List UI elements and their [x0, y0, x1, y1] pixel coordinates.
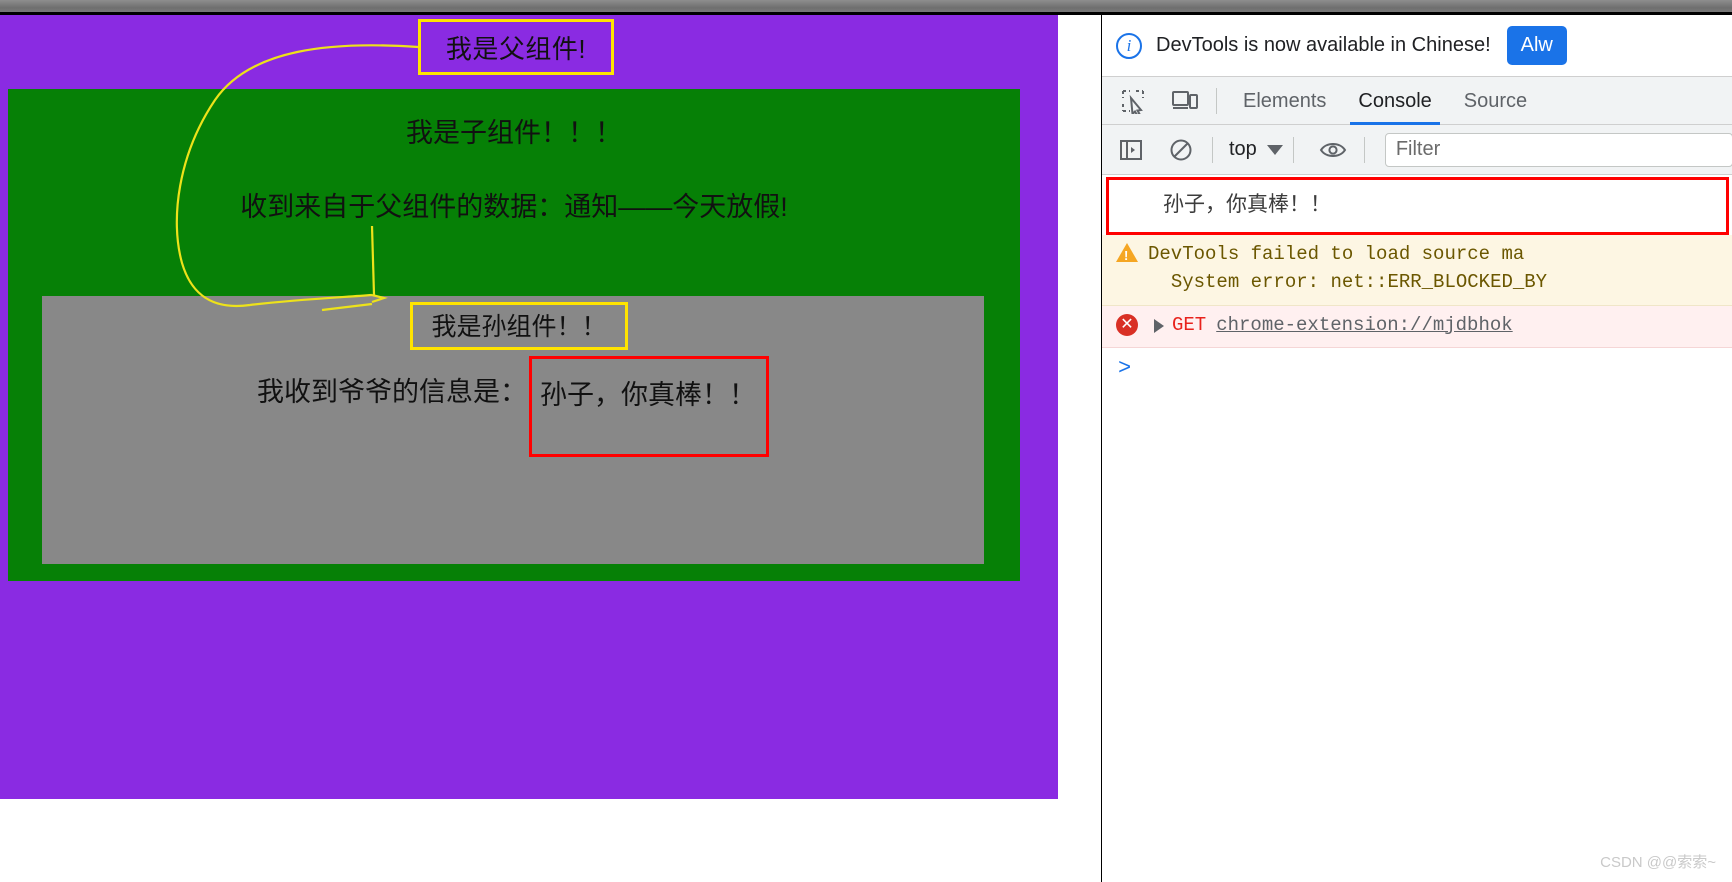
- chevron-down-icon: [1266, 144, 1283, 155]
- execution-context-label: top: [1229, 138, 1257, 160]
- console-error-method: GET: [1172, 313, 1207, 336]
- always-match-language-button[interactable]: Alw: [1506, 26, 1567, 65]
- child-component-title: 我是子组件！！！: [406, 118, 622, 148]
- console-sidebar-icon[interactable]: [1110, 133, 1152, 167]
- grandchild-title-wrap: 我是孙组件！！: [42, 302, 984, 350]
- inspect-element-icon[interactable]: [1112, 84, 1154, 118]
- parent-component-title-box: 我是父组件!: [418, 19, 614, 75]
- devtools-language-banner: i DevTools is now available in Chinese! …: [1102, 15, 1732, 77]
- clear-console-icon[interactable]: [1160, 133, 1202, 167]
- grandchild-component-box: 我是孙组件！！ 我收到爷爷的信息是： 孙子，你真棒！！: [42, 296, 984, 564]
- parent-component-title: 我是父组件!: [445, 33, 587, 64]
- console-toolbar: top: [1102, 125, 1732, 175]
- console-warning-line2: System error: net::ERR_BLOCKED_BY: [1170, 270, 1548, 293]
- console-warning-text: DevTools failed to load source ma System…: [1148, 241, 1547, 296]
- console-log-user-message[interactable]: 孙子，你真棒！！: [1106, 177, 1729, 236]
- info-icon: i: [1116, 32, 1142, 59]
- console-prompt-caret-icon: >: [1118, 356, 1132, 382]
- tab-console[interactable]: Console: [1342, 77, 1447, 125]
- screen: 我是父组件! 我是子组件！！！ 收到来自于父组件的数据：通知——今天放假! 我是…: [0, 0, 1732, 882]
- expand-triangle-icon[interactable]: [1154, 318, 1164, 333]
- console-output: 孙子，你真棒！！ DevTools failed to load source …: [1102, 175, 1732, 882]
- devtools-tabbar: Elements Console Source: [1102, 77, 1732, 125]
- child-component-data: 收到来自于父组件的数据：通知——今天放假!: [240, 192, 788, 222]
- console-prompt-row[interactable]: >: [1102, 348, 1732, 380]
- search-input[interactable]: [1395, 138, 1722, 161]
- warning-icon: [1116, 243, 1138, 266]
- tab-elements[interactable]: Elements: [1227, 77, 1342, 125]
- console-log-warning[interactable]: DevTools failed to load source ma System…: [1102, 235, 1732, 306]
- watermark: CSDN @@索索~: [1600, 854, 1716, 871]
- tab-sources[interactable]: Source: [1448, 77, 1543, 125]
- toolbar-divider-2: [1292, 136, 1294, 163]
- grandchild-message-label: 我收到爷爷的信息是：: [257, 377, 527, 407]
- device-toolbar-icon[interactable]: [1164, 84, 1206, 118]
- console-log-user-text: 孙子，你真棒！！: [1163, 193, 1331, 216]
- grandchild-message-row: 我收到爷爷的信息是： 孙子，你真棒！！: [42, 356, 984, 457]
- live-expression-icon[interactable]: [1312, 133, 1354, 167]
- devtools-banner-text: DevTools is now available in Chinese!: [1156, 34, 1491, 56]
- console-filter-box[interactable]: [1384, 132, 1732, 167]
- console-warning-line1: DevTools failed to load source ma: [1148, 243, 1525, 266]
- error-icon: ✕: [1116, 313, 1138, 336]
- execution-context-selector[interactable]: top: [1229, 138, 1283, 161]
- page-viewport: 我是父组件! 我是子组件！！！ 收到来自于父组件的数据：通知——今天放假! 我是…: [0, 15, 1058, 799]
- devtools-panel: i DevTools is now available in Chinese! …: [1101, 15, 1732, 882]
- toolbar-divider-3: [1363, 136, 1365, 163]
- console-log-error[interactable]: ✕ GET chrome-extension://mjdbhok: [1102, 305, 1732, 349]
- toolbar-divider-1: [1212, 136, 1213, 163]
- grandchild-component-title: 我是孙组件！！: [410, 302, 628, 350]
- grandchild-message-value: 孙子，你真棒！！: [529, 356, 769, 457]
- viewport-devtools-gap: [1058, 15, 1101, 882]
- tabbar-divider: [1216, 87, 1217, 114]
- console-error-url[interactable]: chrome-extension://mjdbhok: [1216, 312, 1512, 340]
- child-component-box: 我是子组件！！！ 收到来自于父组件的数据：通知——今天放假! 我是孙组件！！ 我…: [8, 89, 1020, 581]
